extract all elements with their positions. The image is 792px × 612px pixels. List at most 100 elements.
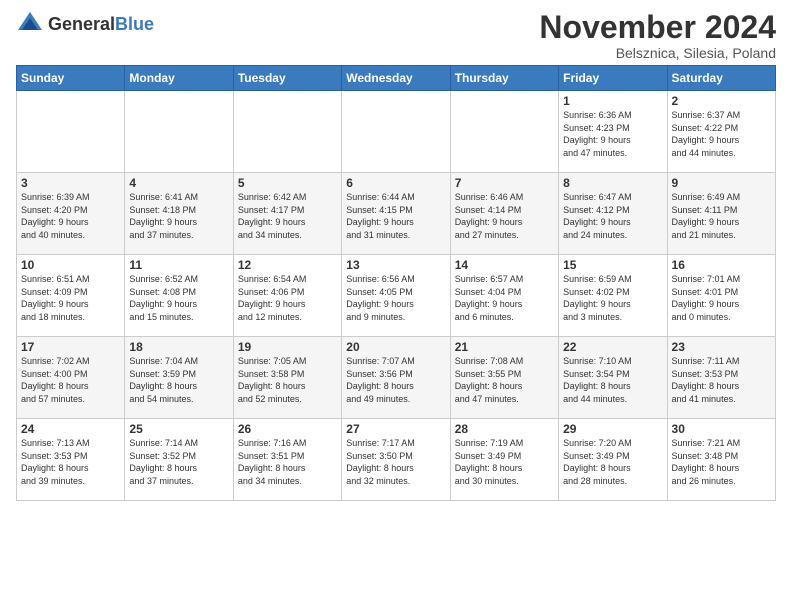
calendar-cell: 18Sunrise: 7:04 AM Sunset: 3:59 PM Dayli… <box>125 337 233 419</box>
calendar-cell <box>450 91 558 173</box>
week-row-2: 3Sunrise: 6:39 AM Sunset: 4:20 PM Daylig… <box>17 173 776 255</box>
day-number: 8 <box>563 176 662 190</box>
day-info: Sunrise: 6:56 AM Sunset: 4:05 PM Dayligh… <box>346 273 445 323</box>
calendar-cell: 2Sunrise: 6:37 AM Sunset: 4:22 PM Daylig… <box>667 91 775 173</box>
day-info: Sunrise: 6:59 AM Sunset: 4:02 PM Dayligh… <box>563 273 662 323</box>
day-info: Sunrise: 6:39 AM Sunset: 4:20 PM Dayligh… <box>21 191 120 241</box>
day-number: 27 <box>346 422 445 436</box>
day-number: 1 <box>563 94 662 108</box>
calendar-cell: 28Sunrise: 7:19 AM Sunset: 3:49 PM Dayli… <box>450 419 558 501</box>
day-info: Sunrise: 7:13 AM Sunset: 3:53 PM Dayligh… <box>21 437 120 487</box>
day-number: 6 <box>346 176 445 190</box>
day-info: Sunrise: 6:49 AM Sunset: 4:11 PM Dayligh… <box>672 191 771 241</box>
day-info: Sunrise: 7:01 AM Sunset: 4:01 PM Dayligh… <box>672 273 771 323</box>
day-number: 17 <box>21 340 120 354</box>
day-info: Sunrise: 6:42 AM Sunset: 4:17 PM Dayligh… <box>238 191 337 241</box>
calendar-cell: 12Sunrise: 6:54 AM Sunset: 4:06 PM Dayli… <box>233 255 341 337</box>
logo-blue: Blue <box>115 14 154 34</box>
logo-icon <box>16 10 44 38</box>
day-number: 24 <box>21 422 120 436</box>
col-header-friday: Friday <box>559 66 667 91</box>
calendar-cell: 27Sunrise: 7:17 AM Sunset: 3:50 PM Dayli… <box>342 419 450 501</box>
day-number: 28 <box>455 422 554 436</box>
calendar-table: SundayMondayTuesdayWednesdayThursdayFrid… <box>16 65 776 501</box>
header: GeneralBlue November 2024 Belsznica, Sil… <box>16 10 776 61</box>
calendar-cell: 20Sunrise: 7:07 AM Sunset: 3:56 PM Dayli… <box>342 337 450 419</box>
day-info: Sunrise: 7:10 AM Sunset: 3:54 PM Dayligh… <box>563 355 662 405</box>
calendar-cell: 8Sunrise: 6:47 AM Sunset: 4:12 PM Daylig… <box>559 173 667 255</box>
day-info: Sunrise: 7:17 AM Sunset: 3:50 PM Dayligh… <box>346 437 445 487</box>
day-number: 11 <box>129 258 228 272</box>
calendar-cell: 1Sunrise: 6:36 AM Sunset: 4:23 PM Daylig… <box>559 91 667 173</box>
day-info: Sunrise: 6:54 AM Sunset: 4:06 PM Dayligh… <box>238 273 337 323</box>
day-info: Sunrise: 7:07 AM Sunset: 3:56 PM Dayligh… <box>346 355 445 405</box>
calendar-cell: 14Sunrise: 6:57 AM Sunset: 4:04 PM Dayli… <box>450 255 558 337</box>
day-number: 23 <box>672 340 771 354</box>
day-number: 20 <box>346 340 445 354</box>
calendar-cell: 30Sunrise: 7:21 AM Sunset: 3:48 PM Dayli… <box>667 419 775 501</box>
week-row-4: 17Sunrise: 7:02 AM Sunset: 4:00 PM Dayli… <box>17 337 776 419</box>
calendar-cell: 22Sunrise: 7:10 AM Sunset: 3:54 PM Dayli… <box>559 337 667 419</box>
day-number: 19 <box>238 340 337 354</box>
day-number: 4 <box>129 176 228 190</box>
calendar-cell: 17Sunrise: 7:02 AM Sunset: 4:00 PM Dayli… <box>17 337 125 419</box>
day-number: 21 <box>455 340 554 354</box>
calendar-cell <box>342 91 450 173</box>
day-number: 3 <box>21 176 120 190</box>
day-number: 22 <box>563 340 662 354</box>
calendar-cell: 21Sunrise: 7:08 AM Sunset: 3:55 PM Dayli… <box>450 337 558 419</box>
day-info: Sunrise: 6:36 AM Sunset: 4:23 PM Dayligh… <box>563 109 662 159</box>
calendar-cell: 23Sunrise: 7:11 AM Sunset: 3:53 PM Dayli… <box>667 337 775 419</box>
day-number: 5 <box>238 176 337 190</box>
day-info: Sunrise: 7:21 AM Sunset: 3:48 PM Dayligh… <box>672 437 771 487</box>
month-title: November 2024 <box>539 10 776 45</box>
day-info: Sunrise: 7:02 AM Sunset: 4:00 PM Dayligh… <box>21 355 120 405</box>
day-info: Sunrise: 7:20 AM Sunset: 3:49 PM Dayligh… <box>563 437 662 487</box>
title-block: November 2024 Belsznica, Silesia, Poland <box>539 10 776 61</box>
day-number: 18 <box>129 340 228 354</box>
calendar-header-row: SundayMondayTuesdayWednesdayThursdayFrid… <box>17 66 776 91</box>
main-container: GeneralBlue November 2024 Belsznica, Sil… <box>0 0 792 509</box>
day-info: Sunrise: 6:57 AM Sunset: 4:04 PM Dayligh… <box>455 273 554 323</box>
calendar-cell: 13Sunrise: 6:56 AM Sunset: 4:05 PM Dayli… <box>342 255 450 337</box>
calendar-cell <box>17 91 125 173</box>
col-header-saturday: Saturday <box>667 66 775 91</box>
col-header-wednesday: Wednesday <box>342 66 450 91</box>
calendar-cell: 7Sunrise: 6:46 AM Sunset: 4:14 PM Daylig… <box>450 173 558 255</box>
logo-general: General <box>48 14 115 34</box>
day-info: Sunrise: 7:19 AM Sunset: 3:49 PM Dayligh… <box>455 437 554 487</box>
calendar-cell <box>233 91 341 173</box>
day-number: 2 <box>672 94 771 108</box>
day-number: 10 <box>21 258 120 272</box>
calendar-cell: 29Sunrise: 7:20 AM Sunset: 3:49 PM Dayli… <box>559 419 667 501</box>
day-number: 26 <box>238 422 337 436</box>
col-header-tuesday: Tuesday <box>233 66 341 91</box>
day-number: 29 <box>563 422 662 436</box>
day-info: Sunrise: 7:16 AM Sunset: 3:51 PM Dayligh… <box>238 437 337 487</box>
calendar-cell: 9Sunrise: 6:49 AM Sunset: 4:11 PM Daylig… <box>667 173 775 255</box>
day-number: 16 <box>672 258 771 272</box>
col-header-sunday: Sunday <box>17 66 125 91</box>
day-number: 14 <box>455 258 554 272</box>
calendar-cell: 6Sunrise: 6:44 AM Sunset: 4:15 PM Daylig… <box>342 173 450 255</box>
day-info: Sunrise: 7:04 AM Sunset: 3:59 PM Dayligh… <box>129 355 228 405</box>
week-row-5: 24Sunrise: 7:13 AM Sunset: 3:53 PM Dayli… <box>17 419 776 501</box>
day-info: Sunrise: 6:52 AM Sunset: 4:08 PM Dayligh… <box>129 273 228 323</box>
calendar-cell: 11Sunrise: 6:52 AM Sunset: 4:08 PM Dayli… <box>125 255 233 337</box>
day-number: 12 <box>238 258 337 272</box>
calendar-cell: 5Sunrise: 6:42 AM Sunset: 4:17 PM Daylig… <box>233 173 341 255</box>
day-info: Sunrise: 6:41 AM Sunset: 4:18 PM Dayligh… <box>129 191 228 241</box>
week-row-1: 1Sunrise: 6:36 AM Sunset: 4:23 PM Daylig… <box>17 91 776 173</box>
day-number: 15 <box>563 258 662 272</box>
calendar-cell: 10Sunrise: 6:51 AM Sunset: 4:09 PM Dayli… <box>17 255 125 337</box>
day-info: Sunrise: 6:44 AM Sunset: 4:15 PM Dayligh… <box>346 191 445 241</box>
day-info: Sunrise: 7:14 AM Sunset: 3:52 PM Dayligh… <box>129 437 228 487</box>
calendar-cell: 25Sunrise: 7:14 AM Sunset: 3:52 PM Dayli… <box>125 419 233 501</box>
week-row-3: 10Sunrise: 6:51 AM Sunset: 4:09 PM Dayli… <box>17 255 776 337</box>
day-info: Sunrise: 6:37 AM Sunset: 4:22 PM Dayligh… <box>672 109 771 159</box>
day-info: Sunrise: 7:08 AM Sunset: 3:55 PM Dayligh… <box>455 355 554 405</box>
calendar-cell: 3Sunrise: 6:39 AM Sunset: 4:20 PM Daylig… <box>17 173 125 255</box>
day-number: 30 <box>672 422 771 436</box>
logo-text: GeneralBlue <box>48 14 154 35</box>
calendar-cell <box>125 91 233 173</box>
